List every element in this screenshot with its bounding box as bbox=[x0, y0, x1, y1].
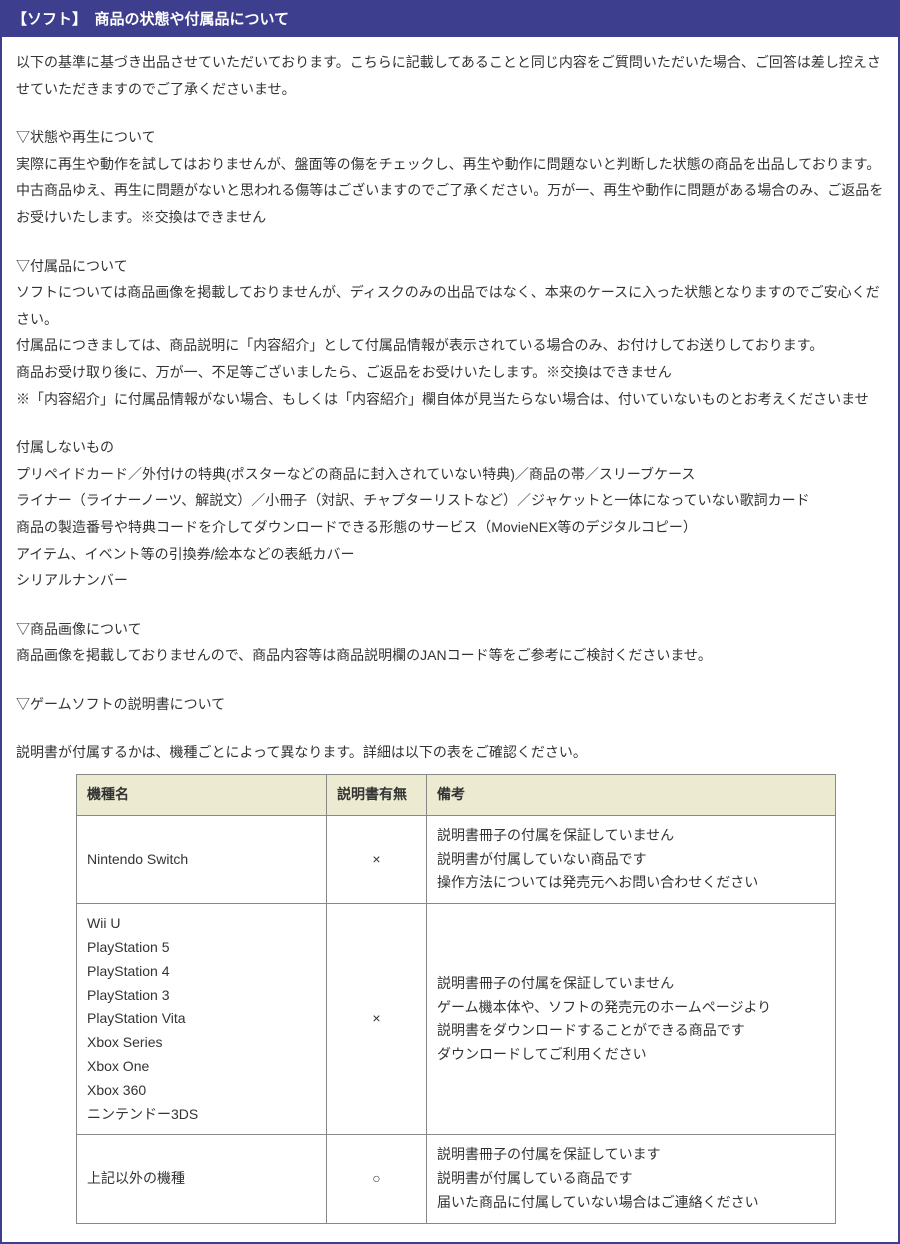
note-line: 説明書冊子の付属を保証していません bbox=[437, 824, 825, 848]
excluded-line-5: シリアルナンバー bbox=[16, 567, 884, 594]
note-line: 説明書が付属していない商品です bbox=[437, 848, 825, 872]
table-row: Wii UPlayStation 5PlayStation 4PlayStati… bbox=[77, 904, 836, 1135]
table-row: 上記以外の機種○説明書冊子の付属を保証しています説明書が付属している商品です届い… bbox=[77, 1135, 836, 1223]
accessory-text-3: 商品お受け取り後に、万が一、不足等ございましたら、ご返品をお受けいたします。※交… bbox=[16, 359, 884, 386]
manual-text: 説明書が付属するかは、機種ごとによって異なります。詳細は以下の表をご確認ください… bbox=[16, 739, 884, 766]
cell-has-manual: ○ bbox=[327, 1135, 427, 1223]
model-line: PlayStation Vita bbox=[87, 1007, 316, 1031]
note-line: 届いた商品に付属していない場合はご連絡ください bbox=[437, 1191, 825, 1215]
excluded-line-1: プリペイドカード／外付けの特典(ポスターなどの商品に封入されていない特典)／商品… bbox=[16, 461, 884, 488]
table-header-row: 機種名 説明書有無 備考 bbox=[77, 775, 836, 816]
th-has-manual: 説明書有無 bbox=[327, 775, 427, 816]
section-body: 以下の基準に基づき出品させていただいております。こちらに記載してあることと同じ内… bbox=[2, 37, 898, 1242]
excluded-line-2: ライナー（ライナーノーツ、解説文）／小冊子（対訳、チャプターリストなど）／ジャケ… bbox=[16, 487, 884, 514]
note-line: 操作方法については発売元へお問い合わせください bbox=[437, 871, 825, 895]
cell-has-manual: × bbox=[327, 904, 427, 1135]
model-line: 上記以外の機種 bbox=[87, 1167, 316, 1191]
cell-model: Nintendo Switch bbox=[77, 815, 327, 903]
cell-note: 説明書冊子の付属を保証していません説明書が付属していない商品です操作方法について… bbox=[427, 815, 836, 903]
note-line: 説明書冊子の付属を保証していません bbox=[437, 972, 825, 996]
accessory-text-2: 付属品につきましては、商品説明に「内容紹介」として付属品情報が表示されている場合… bbox=[16, 332, 884, 359]
excluded-heading: 付属しないもの bbox=[16, 434, 884, 461]
section-header: 【ソフト】 商品の状態や付属品について bbox=[2, 0, 898, 37]
cell-model: 上記以外の機種 bbox=[77, 1135, 327, 1223]
intro-paragraph: 以下の基準に基づき出品させていただいております。こちらに記載してあることと同じ内… bbox=[16, 49, 884, 102]
table-row: Nintendo Switch×説明書冊子の付属を保証していません説明書が付属し… bbox=[77, 815, 836, 903]
manual-table-wrap: 機種名 説明書有無 備考 Nintendo Switch×説明書冊子の付属を保証… bbox=[76, 774, 836, 1224]
th-model: 機種名 bbox=[77, 775, 327, 816]
image-text: 商品画像を掲載しておりませんので、商品内容等は商品説明欄のJANコード等をご参考… bbox=[16, 642, 884, 669]
model-line: ニンテンドー3DS bbox=[87, 1103, 316, 1127]
model-line: PlayStation 5 bbox=[87, 936, 316, 960]
image-heading: ▽商品画像について bbox=[16, 616, 884, 643]
note-line: 説明書が付属している商品です bbox=[437, 1167, 825, 1191]
note-line: ゲーム機本体や、ソフトの発売元のホームページより bbox=[437, 996, 825, 1020]
note-line: 説明書冊子の付属を保証しています bbox=[437, 1143, 825, 1167]
model-line: PlayStation 4 bbox=[87, 960, 316, 984]
manual-table: 機種名 説明書有無 備考 Nintendo Switch×説明書冊子の付属を保証… bbox=[76, 774, 836, 1224]
accessory-text-1: ソフトについては商品画像を掲載しておりませんが、ディスクのみの出品ではなく、本来… bbox=[16, 279, 884, 332]
manual-heading: ▽ゲームソフトの説明書について bbox=[16, 691, 884, 718]
model-line: Nintendo Switch bbox=[87, 848, 316, 872]
accessory-text-4: ※「内容紹介」に付属品情報がない場合、もしくは「内容紹介」欄自体が見当たらない場… bbox=[16, 386, 884, 413]
th-note: 備考 bbox=[427, 775, 836, 816]
cell-note: 説明書冊子の付属を保証しています説明書が付属している商品です届いた商品に付属して… bbox=[427, 1135, 836, 1223]
model-line: Wii U bbox=[87, 912, 316, 936]
accessory-heading: ▽付属品について bbox=[16, 253, 884, 280]
section-title: 【ソフト】 商品の状態や付属品について bbox=[12, 11, 289, 28]
model-line: Xbox 360 bbox=[87, 1079, 316, 1103]
condition-text: 実際に再生や動作を試してはおりませんが、盤面等の傷をチェックし、再生や動作に問題… bbox=[16, 151, 884, 231]
cell-note: 説明書冊子の付属を保証していませんゲーム機本体や、ソフトの発売元のホームページよ… bbox=[427, 904, 836, 1135]
note-line: 説明書をダウンロードすることができる商品です bbox=[437, 1019, 825, 1043]
cell-model: Wii UPlayStation 5PlayStation 4PlayStati… bbox=[77, 904, 327, 1135]
excluded-line-3: 商品の製造番号や特典コードを介してダウンロードできる形態のサービス（MovieN… bbox=[16, 514, 884, 541]
model-line: Xbox One bbox=[87, 1055, 316, 1079]
note-line: ダウンロードしてご利用ください bbox=[437, 1043, 825, 1067]
cell-has-manual: × bbox=[327, 815, 427, 903]
model-line: Xbox Series bbox=[87, 1031, 316, 1055]
condition-heading: ▽状態や再生について bbox=[16, 124, 884, 151]
excluded-line-4: アイテム、イベント等の引換券/絵本などの表紙カバー bbox=[16, 541, 884, 568]
model-line: PlayStation 3 bbox=[87, 984, 316, 1008]
software-condition-section: 【ソフト】 商品の状態や付属品について 以下の基準に基づき出品させていただいてお… bbox=[0, 0, 900, 1244]
